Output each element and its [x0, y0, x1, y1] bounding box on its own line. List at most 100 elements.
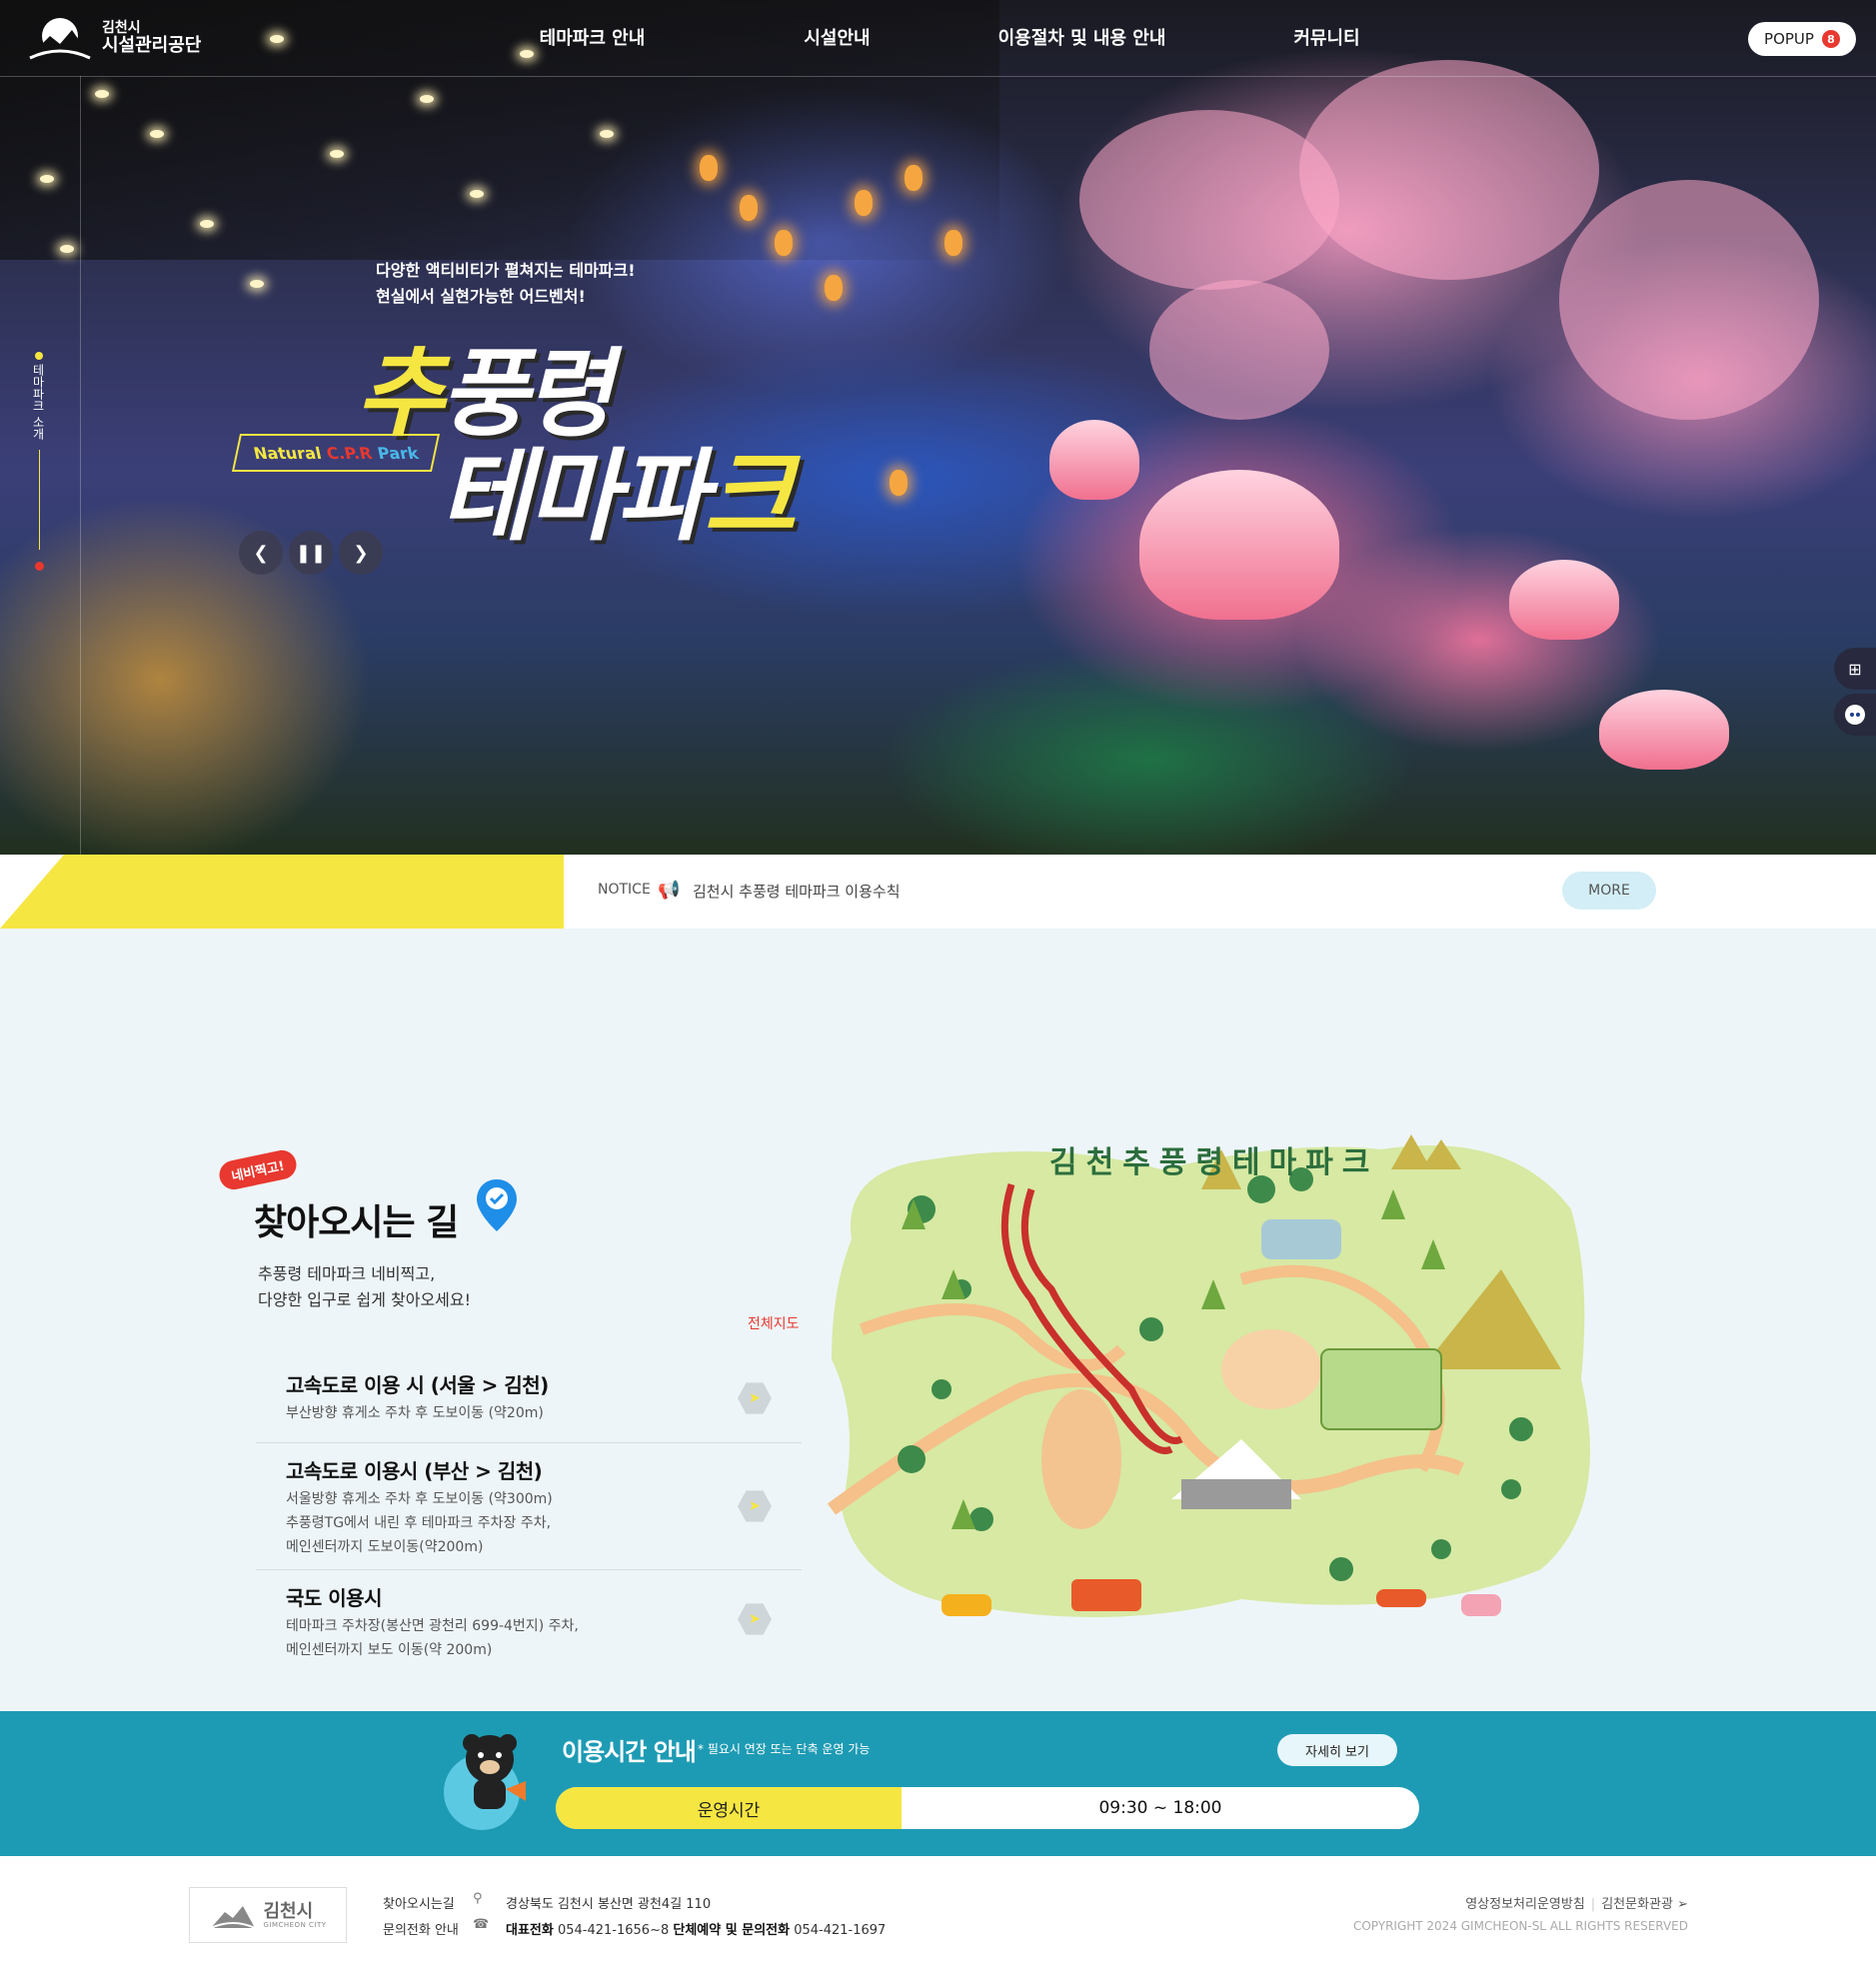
logo-large-text: 시설관리공단 — [102, 34, 202, 56]
tel-group-label: 단체예약 및 문의전화 — [673, 1923, 791, 1938]
chevron-right-icon: ❯ — [353, 542, 369, 564]
chatbot-icon — [1845, 705, 1865, 725]
footer-tel-value: 대표전화 054-421-1656~8 단체예약 및 문의전화 054-421-… — [506, 1919, 886, 1938]
lantern — [825, 275, 843, 301]
route-desc-line: 테마파크 주차장(봉산면 광천리 699-4번지) 주차, — [286, 1618, 579, 1634]
popup-count-badge: 8 — [1821, 30, 1840, 48]
footer-logo-sub: GIMCHEON CITY — [263, 1920, 327, 1929]
blossom — [1149, 280, 1329, 420]
route-title: 고속도로 이용 시 (서울 > 김천) — [286, 1373, 549, 1397]
natural-cpr-park-badge: Natural C.P.R Park — [231, 434, 441, 472]
tel-main-label: 대표전화 — [506, 1923, 554, 1938]
hours-note: * 필요시 연장 또는 단축 운영 가능 — [698, 1742, 871, 1756]
hours-detail-button[interactable]: 자세히 보기 — [1277, 1734, 1397, 1766]
route-item[interactable]: 고속도로 이용 시 (서울 > 김천) 부산방향 휴게소 주차 후 도보이동 (… — [256, 1359, 802, 1443]
nav-theme-park[interactable]: 테마파크 안내 — [470, 24, 715, 50]
location-pin-icon — [477, 1179, 517, 1231]
location-icon: ⚲ — [473, 1891, 483, 1906]
pause-icon: ❚❚ — [295, 542, 327, 564]
footer-logo-name: 김천시 — [263, 1900, 314, 1922]
badge-cpr: C.P.R — [324, 443, 374, 463]
slide-prev-button[interactable]: ❮ — [239, 531, 283, 575]
lotus — [1049, 420, 1139, 500]
privacy-link[interactable]: 영상정보처리운영방침 — [1465, 1897, 1585, 1912]
side-divider — [80, 76, 81, 855]
phone-icon: ☎ — [473, 1917, 490, 1932]
footer-logo[interactable]: 김천시 GIMCHEON CITY — [189, 1887, 347, 1943]
theme-park-map[interactable] — [822, 1129, 1599, 1649]
route-desc-line: 부산방향 휴게소 주차 후 도보이동 (약20m) — [286, 1405, 544, 1421]
notice-link[interactable]: 김천시 추풍령 테마파크 이용수칙 — [693, 881, 901, 902]
mountain-logo-icon — [211, 1906, 256, 1929]
nav-community[interactable]: 커뮤니티 — [1204, 24, 1449, 50]
popup-label: POPUP — [1764, 30, 1814, 48]
notice-label: NOTICE — [598, 882, 651, 898]
quick-menu-button[interactable]: ⊞ — [1834, 648, 1876, 690]
lantern — [855, 190, 873, 216]
side-indicator-dot — [35, 352, 43, 360]
hours-label: 운영시간 — [556, 1787, 902, 1829]
directions-desc-line2: 다양한 입구로 쉽게 찾아오세요! — [258, 1289, 472, 1309]
ceiling-light — [420, 95, 434, 103]
hero-copy-line2: 현실에서 실현가능한 어드벤처! — [376, 286, 586, 306]
lotus — [1139, 470, 1339, 620]
chatbot-button[interactable] — [1834, 694, 1876, 736]
hero-banner: 김천시 시설관리공단 테마파크 안내 시설안내 이용절차 및 내용 안내 커뮤니… — [0, 0, 1876, 855]
nav-procedures[interactable]: 이용절차 및 내용 안내 — [959, 24, 1204, 50]
footer-tel-label: 문의전화 안내 — [383, 1923, 459, 1938]
slide-next-button[interactable]: ❯ — [339, 531, 383, 575]
route-arrow-icon: ➤ — [738, 1382, 772, 1414]
hours-title: 이용시간 안내 — [562, 1738, 697, 1766]
map-title: 김천추풍령테마파크 — [1049, 1145, 1379, 1180]
ceiling-light — [470, 190, 484, 198]
route-desc-line: 서울방향 휴게소 주차 후 도보이동 (약300m) — [286, 1491, 553, 1507]
slide-pause-button[interactable]: ❚❚ — [289, 531, 333, 575]
ceiling-light — [40, 175, 54, 183]
hero-copy: 다양한 액티비티가 펼쳐지는 테마파크! 현실에서 실현가능한 어드벤처! — [376, 258, 636, 309]
bear-mascot-icon — [463, 1734, 526, 1809]
route-title: 국도 이용시 — [286, 1586, 382, 1610]
notice-bar: NOTICE 📢 김천시 추풍령 테마파크 이용수칙 MORE — [0, 855, 1876, 929]
main-nav: 테마파크 안내 시설안내 이용절차 및 내용 안내 커뮤니티 — [470, 24, 1449, 50]
route-desc-line: 메인센터까지 도보이동(약200m) — [286, 1539, 484, 1555]
ceiling-light — [250, 280, 264, 288]
ceiling-light — [60, 245, 74, 253]
lantern — [775, 230, 793, 256]
notice-accent — [0, 855, 564, 929]
nav-facilities[interactable]: 시설안내 — [715, 24, 959, 50]
directions-desc: 추풍령 테마파크 네비찍고, 다양한 입구로 쉽게 찾아오세요! — [258, 1261, 471, 1312]
lotus — [1509, 560, 1619, 640]
route-arrow-icon: ➤ — [738, 1490, 772, 1522]
badge-park: Park — [375, 443, 421, 463]
operating-hours-section — [0, 1711, 1876, 1856]
ceiling-light — [150, 130, 164, 138]
side-section-label[interactable]: 테마파크 소개 — [30, 364, 47, 440]
footer-addr-value: 경상북도 김천시 봉산면 광천4길 110 — [506, 1897, 712, 1912]
culture-tour-link[interactable]: 김천문화관광 — [1601, 1897, 1673, 1912]
lantern — [700, 155, 718, 181]
ceiling-light — [330, 150, 344, 158]
popup-button[interactable]: POPUP 8 — [1748, 22, 1856, 56]
chevron-left-icon: ❮ — [253, 542, 269, 564]
blossom — [1079, 110, 1339, 290]
grid-icon: ⊞ — [1848, 659, 1862, 679]
external-link-icon: ➢ — [1677, 1897, 1688, 1912]
badge-natural: Natural — [251, 443, 324, 463]
directions-desc-line1: 추풍령 테마파크 네비찍고, — [258, 1264, 436, 1283]
full-map-link[interactable]: 전체지도 — [748, 1313, 800, 1333]
hours-value: 09:30 ~ 18:00 — [1098, 1798, 1222, 1818]
lantern — [890, 470, 908, 496]
ceiling-light — [95, 90, 109, 98]
footer-addr-label: 찾아오시는길 — [383, 1897, 455, 1912]
page: { "header": { "logo_small": "김천시", "logo… — [0, 0, 1876, 1974]
route-desc-line: 추풍령TG에서 내린 후 테마파크 주차장 주차, — [286, 1515, 552, 1531]
route-item[interactable]: 국도 이용시 테마파크 주차장(봉산면 광천리 699-4번지) 주차, 메인센… — [256, 1570, 802, 1670]
tel-group: 054-421-1697 — [794, 1923, 887, 1938]
lantern — [740, 195, 758, 221]
side-progress-track — [39, 450, 40, 550]
route-item[interactable]: 고속도로 이용시 (부산 > 김천) 서울방향 휴게소 주차 후 도보이동 (약… — [256, 1443, 802, 1570]
notice-more-button[interactable]: MORE — [1562, 872, 1656, 910]
logo-small-text: 김천시 — [102, 19, 141, 36]
side-current-dot — [35, 562, 44, 571]
site-logo[interactable]: 김천시 시설관리공단 — [28, 16, 201, 60]
